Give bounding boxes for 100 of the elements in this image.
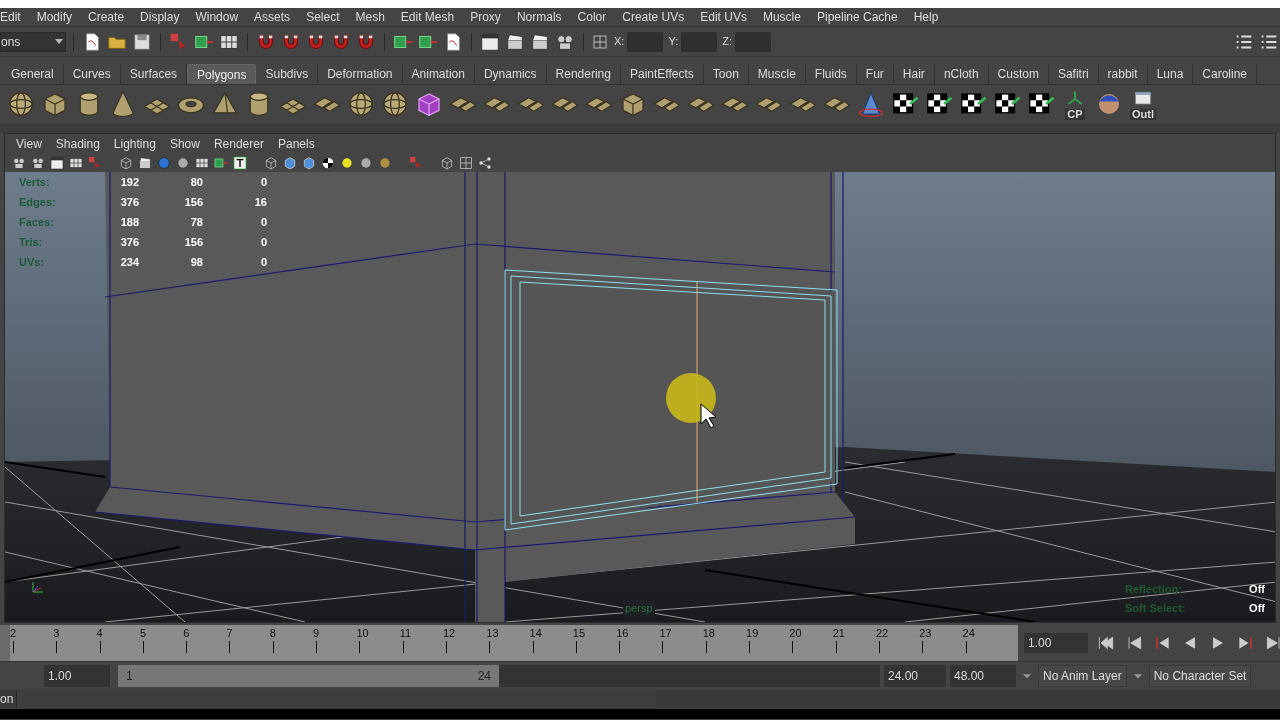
shelf-tab[interactable]: Fur: [856, 64, 894, 84]
range-start-label: 1: [126, 667, 133, 685]
menu-item[interactable]: Mesh: [347, 8, 393, 26]
sphere-icon[interactable]: [6, 89, 36, 119]
shelf-tab[interactable]: Safitri: [1048, 64, 1099, 84]
panel-menu-item[interactable]: Show: [162, 134, 207, 153]
shelf-tab[interactable]: Animation: [402, 64, 475, 84]
sphere-icon[interactable]: [380, 89, 410, 119]
shelf-tab[interactable]: Dynamics: [474, 64, 547, 84]
frame-number: 4: [96, 626, 103, 641]
shelf-tab[interactable]: Polygons: [187, 64, 257, 84]
cursor-highlight-icon: [666, 373, 717, 429]
frame-number: 8: [269, 626, 276, 641]
text-tool-icon[interactable]: [232, 154, 248, 171]
shelf-tab[interactable]: General: [2, 64, 64, 84]
menu-item[interactable]: Edit: [0, 8, 29, 26]
range-slider-track[interactable]: 1 24: [118, 664, 880, 687]
stat-value: 376: [119, 235, 139, 250]
shelf-tab[interactable]: Custom: [988, 64, 1049, 84]
stat-value: 0: [259, 235, 267, 250]
shelf-tab[interactable]: Muscle: [748, 64, 806, 84]
menu-item[interactable]: Create UVs: [614, 8, 693, 26]
menu-item[interactable]: Window: [187, 8, 247, 26]
shaded-cube-icon[interactable]: [301, 154, 317, 171]
wireframe-cube-icon[interactable]: [118, 154, 134, 171]
axis-indicator-icon: [32, 581, 44, 593]
shelf-tab[interactable]: Rendering: [546, 64, 621, 84]
shelf-tab[interactable]: PaintEffects: [620, 64, 704, 84]
menu-item[interactable]: Help: [905, 8, 947, 26]
menu-item[interactable]: Assets: [246, 8, 299, 26]
frame-number: 18: [702, 626, 715, 641]
panel-menu-item[interactable]: Renderer: [206, 134, 271, 153]
shelf-tab[interactable]: rabbit: [1098, 64, 1148, 84]
shelf-tab[interactable]: Hair: [893, 64, 935, 84]
menu-item[interactable]: Normals: [508, 8, 570, 26]
shelf-tab[interactable]: Caroline: [1193, 64, 1258, 84]
menu-item[interactable]: Pipeline Cache: [808, 8, 906, 26]
panel-menu-item[interactable]: Lighting: [106, 134, 163, 153]
frame-number: 11: [399, 626, 412, 641]
character-set-dropdown[interactable]: No Character Set: [1148, 664, 1252, 687]
shelf-tab[interactable]: Fluids: [805, 64, 857, 84]
field-label: Z:: [722, 34, 732, 50]
shelf-tab[interactable]: nCloth: [934, 64, 989, 84]
hud-value: Off: [1248, 601, 1265, 616]
frame-number: 13: [486, 626, 499, 641]
menu-item[interactable]: Proxy: [462, 8, 509, 26]
panel-menu-item[interactable]: View: [9, 134, 49, 153]
frame-number: 24: [962, 626, 975, 641]
panel-menu-item[interactable]: Panels: [270, 134, 322, 153]
stat-value: 98: [189, 255, 203, 270]
stat-value: 0: [259, 215, 267, 230]
frame-number: 14: [529, 626, 542, 641]
stat-value: 376: [119, 195, 139, 210]
menu-item[interactable]: Create: [80, 8, 133, 26]
skip-to-start-icon[interactable]: [1096, 633, 1116, 653]
shelf-tab[interactable]: Toon: [703, 64, 749, 84]
frame-number: 23: [919, 626, 932, 641]
frame-number: 19: [746, 626, 759, 641]
wireframe-cube-icon[interactable]: [439, 154, 455, 171]
shelf-tab[interactable]: Curves: [63, 64, 121, 84]
menu-item[interactable]: Display: [132, 8, 188, 26]
menu-item[interactable]: Muscle: [754, 8, 809, 26]
stat-label: UVs:: [19, 255, 46, 270]
stat-label: Faces:: [19, 215, 55, 230]
end-time-field[interactable]: 24.00: [884, 664, 946, 687]
anim-layer-dropdown[interactable]: No Anim Layer: [1038, 664, 1127, 687]
current-time-field[interactable]: 1.00: [1024, 633, 1088, 653]
command-line-label: on: [0, 691, 15, 708]
stat-label: Tris:: [19, 235, 44, 250]
time-slider[interactable]: 2 3 4 5 6 7 8 9 10 11 12 13 14 15 16 17 18 19 20 21 22 23 24: [0, 625, 1018, 661]
menu-item[interactable]: Select: [298, 8, 348, 26]
menu-item[interactable]: Modify: [28, 8, 81, 26]
snap-grid-icon[interactable]: [458, 154, 474, 171]
shelf-tab[interactable]: Subdivs: [256, 64, 319, 84]
max-time-field[interactable]: 48.00: [950, 664, 1016, 687]
shaded-cube-icon[interactable]: [282, 154, 298, 171]
menu-item[interactable]: Edit Mesh: [392, 8, 463, 26]
sphere-icon[interactable]: [346, 89, 376, 119]
frame-number: 2: [10, 626, 17, 641]
stat-value: 156: [183, 195, 203, 210]
mode-dropdown[interactable]: ons: [0, 31, 66, 52]
stat-value: 80: [189, 175, 203, 190]
shelf-tab[interactable]: Deformation: [318, 64, 403, 84]
wireframe-cube-icon[interactable]: [263, 154, 279, 171]
range-slider[interactable]: 1 24: [118, 664, 499, 687]
panel-menu-item[interactable]: Shading: [48, 134, 107, 153]
clapperboard-icon[interactable]: [137, 154, 153, 171]
start-time-field[interactable]: 1.00: [44, 664, 110, 687]
snap-grid-icon[interactable]: [591, 32, 609, 51]
hud-label: Reflection:: [1125, 582, 1183, 597]
render-window-icon[interactable]: [49, 154, 65, 171]
command-input-field[interactable]: [16, 690, 656, 708]
share-icon[interactable]: [477, 154, 493, 171]
stat-value: 0: [259, 175, 267, 190]
stat-value: 16: [253, 195, 267, 210]
shelf-tab[interactable]: Luna: [1147, 64, 1194, 84]
stat-value: 78: [189, 215, 203, 230]
shelf-icon-label: CP: [1065, 108, 1085, 120]
menu-item[interactable]: Color: [569, 8, 615, 26]
menu-item[interactable]: Edit UVs: [692, 8, 755, 26]
